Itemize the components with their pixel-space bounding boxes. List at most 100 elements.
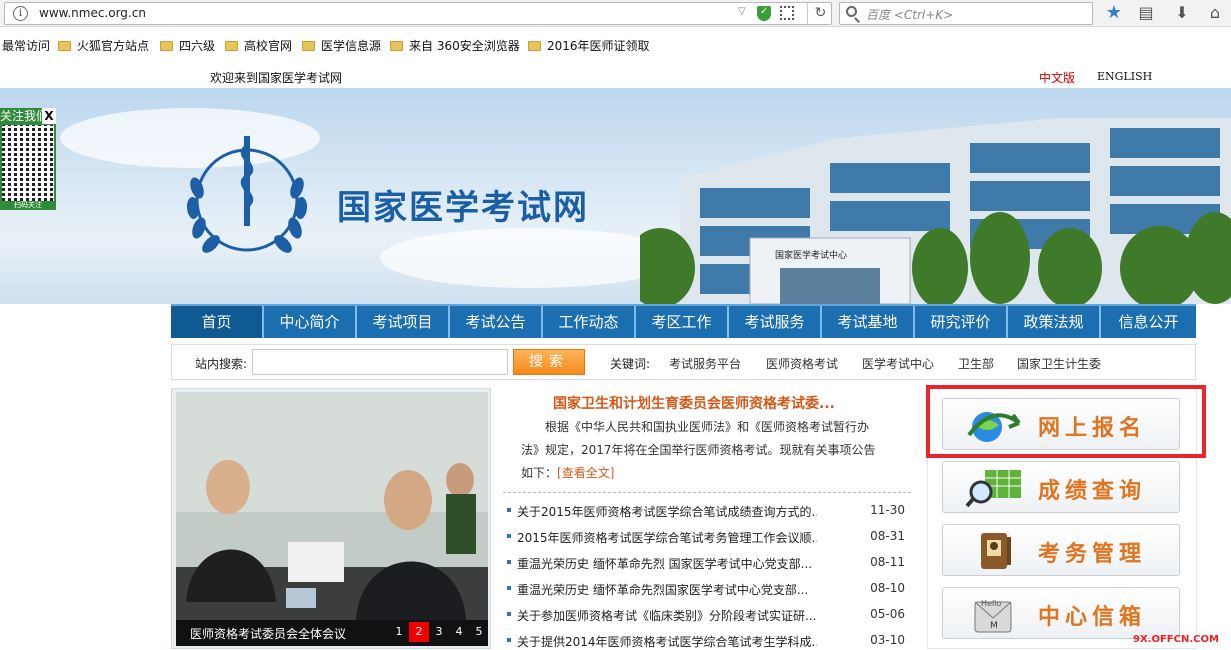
folder-icon <box>528 41 541 51</box>
chart-magnifier-icon <box>965 470 1021 508</box>
news-slideshow: 医师资格考试委员会全体会议 1 2 3 4 5 <box>171 388 491 649</box>
site-banner: 国家医学考试中心 国家医学考试网 <box>0 88 1231 304</box>
nav-exams[interactable]: 考试项目 <box>357 306 450 338</box>
cloud-decoration <box>380 228 680 288</box>
security-shield-icon[interactable] <box>757 6 771 21</box>
folder-icon <box>160 41 173 51</box>
building-sign: 国家医学考试中心 <box>775 249 847 261</box>
qr-code-icon[interactable] <box>780 6 794 20</box>
main-nav: 首页 中心简介 考试项目 考试公告 工作动态 考区工作 考试服务 考试基地 研究… <box>171 304 1196 338</box>
site-info-icon[interactable]: i <box>13 6 28 21</box>
home-icon[interactable]: ⌂ <box>1204 2 1226 24</box>
nmec-emblem-logo <box>186 136 308 253</box>
folder-icon <box>58 41 71 51</box>
bookmark-360[interactable]: 来自 360安全浏览器 <box>390 37 520 54</box>
site-search-button[interactable]: 搜索 <box>513 349 585 375</box>
score-query-button[interactable]: 成绩查询 <box>942 461 1180 513</box>
center-mailbox-button[interactable]: Hello M 中心信箱 <box>942 587 1180 639</box>
list-item[interactable]: 关于提供2014年医师资格考试医学综合笔试考生学科成... 03-10 <box>505 630 911 650</box>
search-label: 站内搜索: <box>195 357 248 371</box>
dropdown-arrow-icon[interactable]: ▽ <box>738 6 752 20</box>
nav-services[interactable]: 考试服务 <box>729 306 822 338</box>
headline-summary: 根据《中华人民共和国执业医师法》和《医师资格考试暂行办法》规定，2017年将在全… <box>521 420 876 480</box>
list-item[interactable]: 2015年医师资格考试医学综合笔试考务管理工作会议顺... 08-31 <box>505 526 911 552</box>
bookmark-firefox[interactable]: 火狐官方站点 <box>58 37 149 54</box>
site-search-row: 站内搜索: 搜索 关键词: 考试服务平台 医师资格考试 医学考试中心 卫生部 国… <box>171 344 1196 380</box>
service-label: 成绩查询 <box>1038 479 1147 504</box>
mail-m-text: M <box>990 621 998 631</box>
browser-search-box[interactable]: 百度 <Ctrl+K> <box>839 2 1093 25</box>
slideshow-caption: 医师资格考试委员会全体会议 <box>190 627 347 641</box>
keywords-label: 关键词: <box>610 357 651 371</box>
slideshow-page-3[interactable]: 3 <box>429 622 449 642</box>
qr-code-image <box>2 125 54 201</box>
list-item[interactable]: 重温光荣历史 缅怀革命先烈国家医学考试中心党支部... 08-10 <box>505 578 911 604</box>
highlight-frame <box>926 385 1206 458</box>
lang-chinese-link[interactable]: 中文版 <box>1039 69 1075 86</box>
bookmark-cert[interactable]: 2016年医师证领取 <box>528 37 650 54</box>
exam-management-button[interactable]: 考务管理 <box>942 524 1180 576</box>
read-more-link[interactable]: [查看全文] <box>557 466 614 480</box>
mail-hello-text: Hello <box>981 599 1001 608</box>
folder-icon <box>302 41 315 51</box>
nav-bases[interactable]: 考试基地 <box>822 306 915 338</box>
slideshow-page-2[interactable]: 2 <box>409 622 429 642</box>
site-search-input[interactable] <box>252 349 508 375</box>
lang-english-link[interactable]: ENGLISH <box>1097 70 1152 83</box>
bullet-icon <box>507 560 511 564</box>
news-divider <box>503 492 911 493</box>
bullet-icon <box>507 612 511 616</box>
mail-envelope-icon: Hello M <box>974 599 1012 633</box>
service-label: 中心信箱 <box>1038 605 1147 630</box>
list-item[interactable]: 关于2015年医师资格考试医学综合笔试成绩查询方式的... 11-30 <box>505 500 911 526</box>
welcome-text: 欢迎来到国家医学考试网 <box>210 71 343 85</box>
keyword-link[interactable]: 卫生部 <box>958 355 994 372</box>
slideshow-page-1[interactable]: 1 <box>389 622 409 642</box>
bookmark-med-info[interactable]: 医学信息源 <box>302 37 381 54</box>
news-list: 关于2015年医师资格考试医学综合笔试成绩查询方式的... 11-30 2015年… <box>505 500 911 650</box>
nav-notices[interactable]: 考试公告 <box>450 306 543 338</box>
qr-close-button[interactable]: X <box>42 108 56 124</box>
list-item[interactable]: 关于参加医师资格考试《临床类别》分阶段考试实证研... 05-06 <box>505 604 911 630</box>
service-label: 考务管理 <box>1038 542 1147 567</box>
keyword-link[interactable]: 考试服务平台 <box>669 355 741 372</box>
headline-title[interactable]: 国家卫生和计划生育委员会医师资格考试委... <box>553 393 835 413</box>
keyword-link[interactable]: 医学考试中心 <box>862 355 934 372</box>
building-photo: 国家医学考试中心 <box>640 118 1231 304</box>
reload-icon[interactable]: ↻ <box>807 3 833 24</box>
address-bar[interactable]: i www.nmec.org.cn ▽ ↻ <box>4 2 832 25</box>
bookmark-most-visited[interactable]: 最常访问 <box>2 37 50 54</box>
nav-research[interactable]: 研究评价 <box>915 306 1008 338</box>
slideshow-page-4[interactable]: 4 <box>449 622 469 642</box>
bullet-icon <box>507 534 511 538</box>
nav-home[interactable]: 首页 <box>171 306 264 338</box>
slideshow-caption-bar: 医师资格考试委员会全体会议 1 2 3 4 5 <box>176 620 488 646</box>
download-icon[interactable]: ⬇ <box>1171 2 1193 24</box>
browser-toolbar: i www.nmec.org.cn ▽ ↻ 百度 <Ctrl+K> ★ ▤ ⬇ … <box>0 0 1231 27</box>
nav-policy[interactable]: 政策法规 <box>1008 306 1101 338</box>
profile-book-icon <box>981 533 1011 569</box>
nav-regions[interactable]: 考区工作 <box>636 306 729 338</box>
list-item[interactable]: 重温光荣历史 缅怀革命先烈 国家医学考试中心党支部... 08-11 <box>505 552 911 578</box>
folder-icon <box>225 41 238 51</box>
reading-list-icon[interactable]: ▤ <box>1135 2 1157 24</box>
search-icon <box>846 6 857 17</box>
keyword-link[interactable]: 医师资格考试 <box>766 355 838 372</box>
keyword-link[interactable]: 国家卫生计生委 <box>1017 355 1101 372</box>
bookmark-colleges[interactable]: 高校官网 <box>225 37 292 54</box>
search-placeholder[interactable]: 百度 <Ctrl+K> <box>866 6 953 23</box>
nav-disclosure[interactable]: 信息公开 <box>1101 306 1196 338</box>
bookmarks-bar: 最常访问 火狐官方站点 四六级 高校官网 医学信息源 来自 360安全浏览器 2… <box>0 33 1231 57</box>
folder-icon <box>390 41 403 51</box>
nav-about[interactable]: 中心简介 <box>264 306 357 338</box>
bullet-icon <box>507 508 511 512</box>
nav-news[interactable]: 工作动态 <box>543 306 636 338</box>
bullet-icon <box>507 638 511 642</box>
slideshow-page-5[interactable]: 5 <box>469 622 489 642</box>
qr-follow-widget: 关注我们 X 扫码关注 <box>0 108 56 210</box>
url-text[interactable]: www.nmec.org.cn <box>39 6 146 20</box>
bookmark-cet[interactable]: 四六级 <box>160 37 215 54</box>
bookmark-star-icon[interactable]: ★ <box>1103 2 1125 24</box>
meeting-photo[interactable] <box>176 392 488 620</box>
qr-footer: 扫码关注 <box>14 201 42 209</box>
